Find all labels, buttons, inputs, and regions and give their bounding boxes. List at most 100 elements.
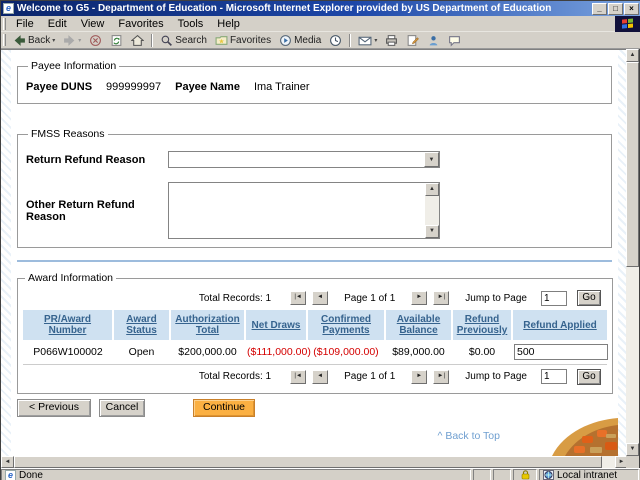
award-information-fieldset: Award Information Total Records: 1 |◄ ◄ …	[17, 272, 613, 394]
stop-button[interactable]	[85, 33, 106, 48]
award-table-row: P066W100002 Open $200,000.00 ($111,000.0…	[23, 340, 608, 364]
back-button[interactable]: Back ▾	[9, 33, 59, 48]
mail-icon	[358, 36, 372, 45]
favorites-icon	[215, 35, 228, 45]
select-dropdown-icon[interactable]: ▼	[424, 152, 439, 167]
last-page-button[interactable]: ►|	[433, 291, 450, 305]
edit-button[interactable]	[402, 33, 423, 48]
payee-duns-label: Payee DUNS	[26, 81, 93, 93]
restore-button[interactable]: □	[608, 2, 623, 15]
menu-favorites[interactable]: Favorites	[111, 17, 170, 31]
award-table-header-row: PR/Award Number Award Status Authorizati…	[23, 310, 607, 340]
media-icon	[280, 34, 291, 46]
go-button[interactable]: Go	[577, 368, 601, 385]
home-button[interactable]	[127, 33, 148, 48]
menu-help[interactable]: Help	[210, 17, 247, 31]
next-page-button[interactable]: ►	[411, 291, 428, 305]
header-available-balance[interactable]: Available Balance	[397, 314, 441, 336]
textarea-scrollbar[interactable]: ▲ ▼	[425, 183, 439, 238]
toolbar-grip[interactable]	[3, 34, 6, 46]
refund-applied-input[interactable]	[514, 344, 608, 360]
vertical-scroll-thumb[interactable]	[626, 62, 639, 267]
zone-pane: Local intranet	[539, 469, 639, 480]
menu-file[interactable]: File	[9, 17, 41, 31]
messenger-button[interactable]	[423, 33, 444, 48]
forward-dropdown-icon[interactable]: ▾	[78, 37, 81, 44]
zone-text: Local intranet	[557, 469, 618, 480]
close-button[interactable]: ×	[624, 2, 639, 15]
header-pr-award-number[interactable]: PR/Award Number	[44, 314, 91, 336]
search-button[interactable]: Search	[156, 33, 211, 48]
jump-to-page-label: Jump to Page	[465, 292, 527, 304]
history-icon	[330, 34, 342, 46]
scroll-up-icon[interactable]: ▲	[626, 49, 639, 62]
first-page-button[interactable]: |◄	[290, 291, 307, 305]
header-refund-applied[interactable]: Refund Applied	[523, 320, 597, 331]
horizontal-scroll-thumb[interactable]	[14, 456, 602, 468]
windows-flag-icon	[622, 17, 634, 29]
return-refund-reason-value	[169, 152, 424, 167]
payee-name-label: Payee Name	[175, 81, 240, 93]
forward-icon	[64, 34, 75, 46]
forward-button[interactable]: ▾	[59, 33, 85, 48]
menu-tools[interactable]: Tools	[171, 17, 211, 31]
menu-view[interactable]: View	[74, 17, 112, 31]
award-table: PR/Award Number Award Status Authorizati…	[23, 310, 608, 364]
previous-page-button[interactable]: ◄	[312, 369, 329, 384]
menu-grip[interactable]	[3, 17, 6, 30]
scrollbar-corner	[626, 456, 639, 468]
media-button[interactable]: Media	[275, 33, 325, 48]
fmss-reasons-fieldset: FMSS Reasons Return Refund Reason ▼ Othe…	[17, 128, 612, 248]
mail-button[interactable]: ▾	[354, 33, 381, 48]
print-button[interactable]	[381, 33, 402, 48]
last-page-button[interactable]: ►|	[433, 369, 450, 384]
next-page-button[interactable]: ►	[411, 369, 428, 384]
mail-dropdown-icon[interactable]: ▾	[374, 37, 377, 44]
document-icon: e	[5, 469, 16, 480]
corner-desks-image	[552, 418, 618, 456]
header-confirmed-payments[interactable]: Confirmed Payments	[321, 314, 371, 336]
header-refund-previously[interactable]: Refund Previously	[457, 314, 508, 336]
title-bar: e Welcome to G5 - Department of Educatio…	[1, 1, 640, 16]
scroll-up-icon[interactable]: ▲	[425, 183, 439, 196]
jump-to-page-input[interactable]	[541, 290, 567, 306]
intranet-zone-icon	[543, 470, 554, 480]
first-page-button[interactable]: |◄	[290, 369, 307, 384]
previous-page-button[interactable]: ◄	[312, 291, 329, 305]
security-pane	[513, 469, 537, 480]
header-authorization-total[interactable]: Authorization Total	[175, 314, 239, 336]
payee-row: Payee DUNS 999999997 Payee Name Ima Trai…	[26, 81, 603, 93]
refresh-button[interactable]	[106, 33, 127, 48]
status-text: Done	[19, 469, 43, 480]
minimize-button[interactable]: _	[592, 2, 607, 15]
discuss-button[interactable]	[444, 33, 465, 48]
back-dropdown-icon[interactable]: ▾	[52, 37, 55, 44]
back-to-top-link[interactable]: ^ Back to Top	[437, 430, 500, 442]
payee-name-value: Ima Trainer	[253, 81, 310, 93]
other-return-refund-reason-textarea[interactable]: ▲ ▼	[168, 182, 440, 239]
jump-to-page-input[interactable]	[541, 369, 567, 384]
return-refund-reason-select[interactable]: ▼	[168, 151, 440, 168]
return-refund-reason-row: Return Refund Reason ▼	[26, 151, 603, 168]
windows-logo-throbber	[615, 15, 640, 32]
header-award-status[interactable]: Award Status	[126, 314, 157, 336]
browser-window: e Welcome to G5 - Department of Educatio…	[0, 0, 640, 480]
vertical-scrollbar[interactable]: ▲ ▼	[626, 49, 639, 456]
scroll-left-icon[interactable]: ◄	[1, 456, 14, 468]
horizontal-scrollbar[interactable]: ◄ ►	[1, 456, 628, 468]
edit-icon	[407, 34, 420, 46]
scroll-down-icon[interactable]: ▼	[626, 443, 639, 456]
return-refund-reason-label: Return Refund Reason	[26, 153, 146, 166]
scroll-down-icon[interactable]: ▼	[425, 225, 439, 238]
status-bar: e Done Local intranet	[1, 468, 640, 480]
header-net-draws[interactable]: Net Draws	[252, 320, 301, 331]
history-button[interactable]	[325, 33, 346, 48]
jump-to-page-label: Jump to Page	[465, 371, 527, 382]
page-content: Payee Information Payee DUNS 999999997 P…	[11, 50, 618, 456]
menu-edit[interactable]: Edit	[41, 17, 74, 31]
other-return-refund-reason-value	[169, 183, 425, 238]
page-indicator: Page 1 of 1	[344, 292, 396, 304]
go-button[interactable]: Go	[577, 290, 601, 306]
favorites-button[interactable]: Favorites	[211, 33, 275, 48]
window-title: Welcome to G5 - Department of Education …	[17, 3, 552, 14]
